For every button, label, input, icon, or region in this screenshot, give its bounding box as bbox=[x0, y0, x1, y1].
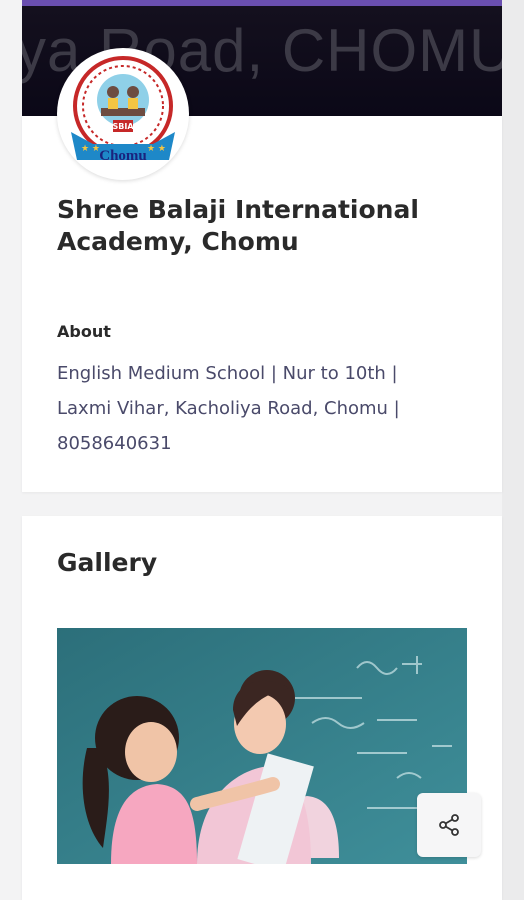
logo-initials: SBIA bbox=[112, 122, 134, 131]
page-right-edge bbox=[502, 0, 524, 900]
svg-text:★ ★: ★ ★ bbox=[147, 144, 166, 154]
school-name: Shree Balaji International Academy, Chom… bbox=[57, 195, 419, 256]
about-label: About bbox=[57, 322, 111, 341]
share-icon bbox=[439, 814, 459, 836]
gallery-title: Gallery bbox=[57, 548, 158, 577]
svg-text:★ ★: ★ ★ bbox=[81, 144, 100, 154]
about-text: English Medium School | Nur to 10th | La… bbox=[57, 363, 400, 454]
gallery-image[interactable] bbox=[57, 628, 467, 864]
logo-town: Chomu bbox=[99, 148, 147, 164]
school-logo: SBIA ★ ★ ★ ★ Chomu bbox=[57, 48, 189, 180]
share-button[interactable] bbox=[417, 793, 481, 857]
